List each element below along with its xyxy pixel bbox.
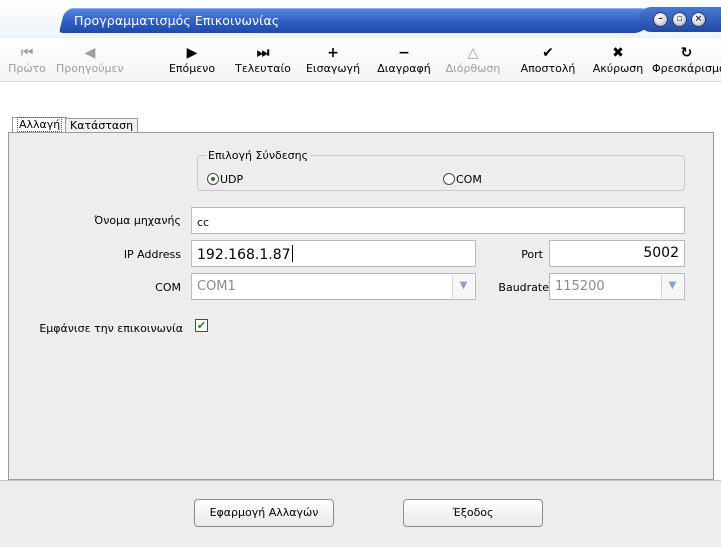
udp-radio[interactable]: UDP [207,173,243,187]
last-record-icon: ⏭ [256,45,270,61]
refresh-icon: ↻ [680,45,693,61]
footer-bar: Εφαρμογή Αλλαγών Έξοδος [0,480,721,547]
checkmark-icon: ✔ [196,319,207,332]
baudrate-label: Baudrate [498,281,549,294]
connection-group-label: Επιλογή Σύνδεσης [206,149,311,162]
minimize-icon[interactable]: – [653,12,668,27]
show-communication-checkbox[interactable]: ✔ [195,319,208,332]
baudrate-select[interactable]: 115200 ▼ [549,273,685,300]
port-label: Port [521,248,543,261]
edit-button[interactable]: △ Διόρθωση [442,42,504,75]
delete-button[interactable]: − Διαγραφή [372,42,436,75]
tab-strip: Αλλαγή Κατάσταση [0,82,721,134]
text-caret [291,245,293,262]
post-check-icon: ✔ [542,45,554,61]
previous-record-icon: ◀ [84,45,96,61]
ip-address-input[interactable]: 192.168.1.87 [191,240,476,267]
next-record-icon: ▶ [186,45,198,61]
window-title: Προγραμματισμός Επικοινωνίας [74,13,280,28]
delete-icon: − [398,45,410,61]
edit-icon: △ [467,45,479,61]
next-button[interactable]: ▶ Επόμενο [164,42,220,75]
close-icon[interactable]: × [691,12,706,27]
first-record-icon: ⏮ [20,45,34,61]
machine-name-label: Όνομα μηχανής [94,214,181,227]
apply-changes-button[interactable]: Εφαρμογή Αλλαγών [194,499,334,527]
port-input[interactable]: 5002 [549,240,685,267]
com-select[interactable]: COM1 ▼ [191,273,476,300]
chevron-down-icon[interactable]: ▼ [452,275,474,298]
insert-button[interactable]: + Εισαγωγή [303,42,363,75]
machine-name-input[interactable]: cc [191,207,685,234]
exit-button[interactable]: Έξοδος [403,499,543,527]
refresh-button[interactable]: ↻ Φρεσκάρισμα [652,42,721,75]
ip-address-label: IP Address [123,248,181,261]
last-button[interactable]: ⏭ Τελευταίο [232,42,294,75]
previous-button[interactable]: ◀ Προηγούμενο [56,42,124,75]
show-communication-label: Εμφάνισε την επικοινωνία [39,322,183,335]
settings-panel: Επιλογή Σύνδεσης UDP COM Όνομα μηχανής c… [8,132,714,480]
cancel-x-icon: ✖ [612,45,624,61]
radio-selected-icon [207,173,219,185]
cancel-button[interactable]: ✖ Ακύρωση [588,42,648,75]
radio-unselected-icon [443,173,455,185]
com-label: COM [155,281,181,294]
window-controls: – ▫ × [639,7,721,32]
record-toolbar: ⏮ Πρώτο ◀ Προηγούμενο ▶ Επόμενο ⏭ Τελευτ… [0,38,721,82]
chevron-down-icon[interactable]: ▼ [661,275,683,298]
com-radio[interactable]: COM [443,173,482,187]
restore-icon[interactable]: ▫ [672,12,687,27]
post-button[interactable]: ✔ Αποστολή [515,42,581,75]
insert-icon: + [327,45,339,61]
title-bar[interactable]: Προγραμματισμός Επικοινωνίας – ▫ × [0,0,721,38]
first-button[interactable]: ⏮ Πρώτο [6,42,48,75]
